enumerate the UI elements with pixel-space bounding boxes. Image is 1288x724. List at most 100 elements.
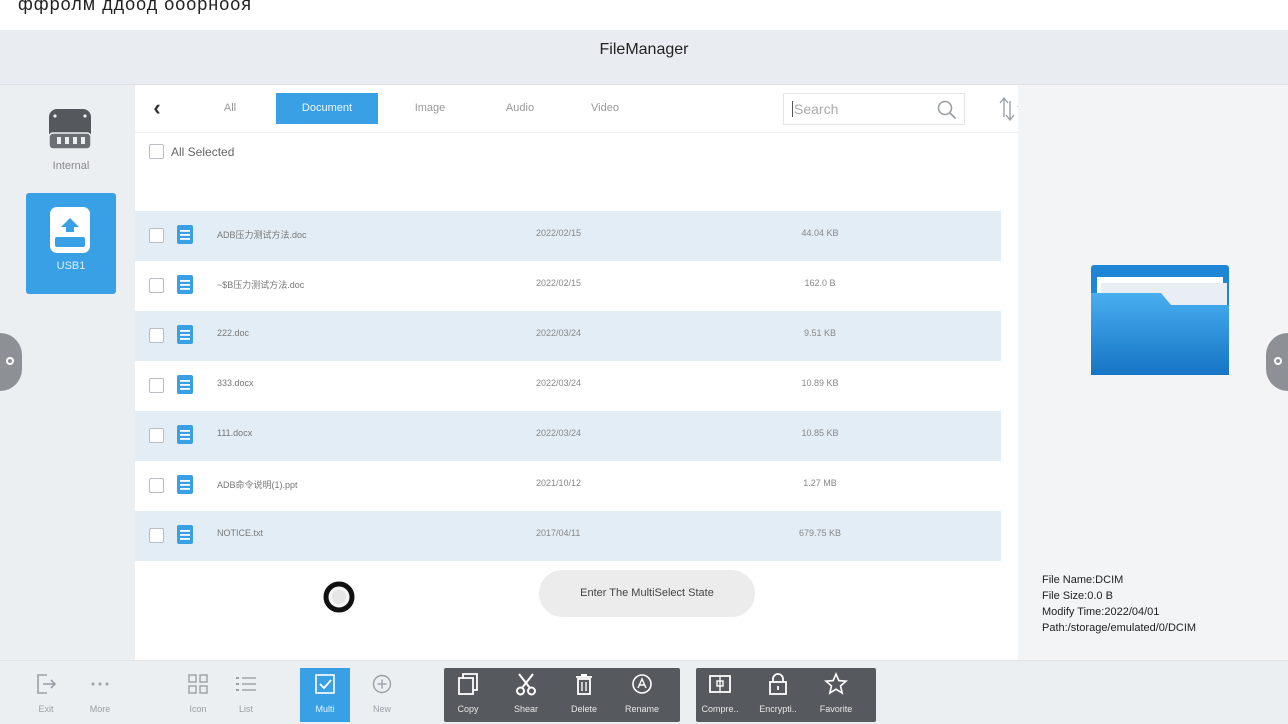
meta-path: Path:/storage/emulated/0/DCIM (1042, 622, 1197, 634)
list-view-label: List (238, 704, 253, 714)
row-checkbox[interactable] (149, 528, 164, 543)
trash-icon (576, 674, 592, 695)
scissors-icon (516, 673, 536, 696)
file-name: ADB命令说明(1).ppt (217, 480, 298, 490)
row-checkbox[interactable] (149, 278, 164, 293)
delete-label: Delete (570, 704, 597, 714)
compress-label: Compre.. (701, 704, 739, 714)
file-size: 679.75 KB (798, 528, 842, 538)
row-checkbox[interactable] (149, 228, 164, 243)
folder-icon (1091, 265, 1229, 375)
file-row[interactable]: ADB命令说明(1).ppt 2021/10/12 1.27 MB (135, 461, 1001, 511)
tab-all[interactable]: All (193, 93, 267, 124)
exit-button[interactable]: Exit (26, 668, 66, 722)
compress-button[interactable]: Compre.. (700, 668, 740, 722)
row-checkbox[interactable] (149, 378, 164, 393)
tab-document[interactable]: Document (276, 93, 378, 124)
file-row[interactable]: 111.docx 2022/03/24 10.85 KB (135, 411, 1001, 461)
file-date: 2017/04/11 (536, 528, 581, 538)
lock-icon (769, 673, 787, 695)
usb-drive-icon (50, 207, 90, 253)
row-checkbox[interactable] (149, 428, 164, 443)
file-size: 9.51 KB (803, 328, 837, 338)
file-name: ADB压力测试方法.doc (217, 230, 307, 240)
file-info-panel: File Name:DCIM File Size:0.0 B Modify Ti… (1018, 85, 1288, 660)
rename-button[interactable]: Rename (622, 668, 662, 722)
new-button[interactable]: New (362, 668, 402, 722)
drive-label: USB1 (56, 260, 86, 272)
encrypt-label: Encrypti.. (759, 704, 797, 714)
touch-indicator-icon (323, 581, 355, 613)
hard-drive-icon (48, 109, 92, 150)
shear-button[interactable]: Shear (506, 668, 546, 722)
file-list-panel: ‹ All Document Image Audio Video Search (135, 85, 1022, 660)
delete-button[interactable]: Delete (564, 668, 604, 722)
file-row[interactable]: 222.doc 2022/03/24 9.51 KB (135, 311, 1001, 361)
icon-view-label: Icon (189, 704, 207, 714)
file-row[interactable]: 333.docx 2022/03/24 10.89 KB (135, 361, 1001, 411)
list-view-icon (236, 677, 256, 691)
more-label: More (89, 704, 111, 714)
tab-image[interactable]: Image (385, 93, 475, 124)
icon-view-button[interactable]: Icon (178, 668, 218, 722)
row-checkbox[interactable] (149, 478, 164, 493)
document-icon (177, 375, 193, 394)
file-date: 2022/03/24 (536, 378, 582, 388)
select-all-checkbox[interactable] (149, 144, 164, 159)
multi-select-button[interactable]: Multi (300, 668, 350, 722)
file-metadata: File Name:DCIM File Size:0.0 B Modify Ti… (1042, 572, 1196, 636)
multiselect-toast: Enter The MultiSelect State (539, 570, 755, 617)
compress-icon (709, 675, 731, 693)
more-button[interactable]: More (80, 668, 120, 722)
search-icon[interactable] (936, 99, 958, 121)
document-icon (177, 225, 193, 244)
file-date: 2022/02/15 (536, 278, 582, 288)
file-date: 2021/10/12 (536, 478, 582, 488)
file-row[interactable]: NOTICE.txt 2017/04/11 679.75 KB (135, 511, 1001, 561)
file-date: 2022/03/24 (536, 328, 582, 338)
rename-icon (632, 674, 652, 694)
meta-modify-time: Modify Time:2022/04/01 (1042, 606, 1160, 618)
checkbox-icon (315, 674, 335, 694)
copy-button[interactable]: Copy (448, 668, 488, 722)
file-size: 1.27 MB (803, 478, 837, 488)
exit-icon (37, 674, 57, 694)
file-date: 2022/02/15 (536, 228, 582, 238)
title-bar: FileManager (0, 30, 1288, 85)
search-placeholder: Search (792, 101, 839, 117)
window-title: FileManager (599, 41, 689, 58)
drive-usb1[interactable]: USB1 (26, 193, 116, 294)
row-checkbox[interactable] (149, 328, 164, 343)
document-icon (177, 425, 193, 444)
select-all-label: All Selected (171, 145, 235, 159)
file-name: 111.docx (217, 428, 253, 438)
favorite-button[interactable]: Favorite (816, 668, 856, 722)
file-row[interactable]: ADB压力测试方法.doc 2022/02/15 44.04 KB (135, 211, 1001, 261)
file-size: 44.04 KB (801, 228, 839, 238)
file-size: 10.85 KB (801, 428, 839, 438)
back-button[interactable]: ‹ (145, 95, 169, 121)
document-icon (177, 325, 193, 344)
tab-audio[interactable]: Audio (480, 93, 560, 124)
search-input[interactable]: Search (783, 93, 965, 125)
list-view-button[interactable]: List (226, 668, 266, 722)
tab-video[interactable]: Video (565, 93, 645, 124)
file-size: 162.0 B (804, 278, 836, 288)
copy-icon (458, 673, 478, 695)
encrypt-button[interactable]: Encrypti.. (758, 668, 798, 722)
document-icon (177, 475, 193, 494)
drive-internal[interactable]: Internal (26, 93, 116, 194)
star-icon (824, 671, 848, 695)
file-name: NOTICE.txt (217, 528, 264, 538)
more-icon (91, 682, 109, 686)
file-size: 10.89 KB (801, 378, 839, 388)
file-row[interactable]: ~$B压力测试方法.doc 2022/02/15 162.0 B (135, 261, 1001, 311)
document-icon (177, 275, 193, 294)
rename-label: Rename (624, 704, 660, 714)
file-date: 2022/03/24 (536, 428, 582, 438)
drive-label: Internal (52, 160, 90, 172)
file-name: ~$B压力测试方法.doc (217, 280, 305, 290)
exit-label: Exit (38, 704, 54, 714)
cut-off-text: ффролм ддоод ооорнооя (18, 0, 253, 14)
category-tab-bar: ‹ All Document Image Audio Video Search (135, 85, 1022, 133)
